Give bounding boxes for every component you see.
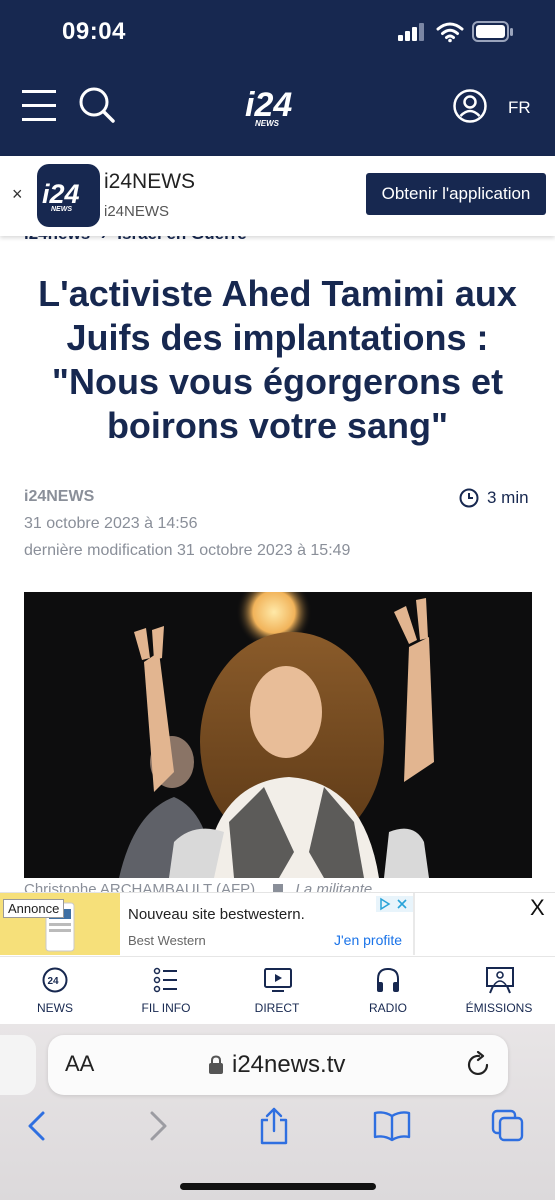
tabs-icon[interactable] (490, 1108, 526, 1144)
site-header: i24 NEWS FR (0, 64, 555, 156)
browser-toolbar: AA i24news.tv (0, 1024, 555, 1200)
forward-icon[interactable] (145, 1110, 171, 1142)
address-bar[interactable]: AA i24news.tv (48, 1035, 508, 1095)
url-text[interactable]: i24news.tv (232, 1051, 345, 1079)
title-line: boirons votre sang" (106, 405, 449, 446)
reload-icon[interactable] (466, 1051, 492, 1079)
i24news-logo: i24 NEWS (245, 86, 292, 128)
app-install-banner: × i24 NEWS i24NEWS i24NEWS Obtenir l'app… (0, 156, 555, 236)
ad-close-button[interactable]: X (530, 895, 545, 921)
svg-text:i24: i24 (42, 179, 80, 209)
signal-icon (398, 23, 424, 41)
text-size-label: AA (65, 1051, 95, 1076)
title-line: "Nous vous égorgerons et (51, 361, 504, 402)
nav-label: NEWS (37, 1001, 73, 1015)
user-icon[interactable] (452, 88, 488, 124)
activist-photo (24, 592, 532, 878)
nav-item-direct[interactable]: DIRECT (227, 957, 327, 1025)
nav-item-fil-info[interactable]: FIL INFO (116, 957, 216, 1025)
reading-time: 3 min (487, 488, 529, 507)
bookmarks-icon[interactable] (372, 1110, 412, 1142)
list-icon (153, 967, 177, 993)
ad-cta-link[interactable]: J'en profite (334, 932, 402, 948)
language-switch[interactable]: FR (508, 98, 531, 118)
publish-date: 31 octobre 2023 à 14:56 (24, 515, 198, 532)
search-icon[interactable] (78, 86, 116, 124)
article-source[interactable]: i24NEWS (24, 488, 94, 506)
text-size-button[interactable]: AA (65, 1051, 94, 1077)
nav-label: DIRECT (254, 1001, 300, 1015)
ad-label: Annonce (3, 899, 65, 918)
wifi-icon (436, 22, 464, 43)
adchoices-icon[interactable] (376, 896, 414, 912)
tv-play-icon (264, 968, 292, 992)
app-name: i24NEWS (104, 170, 196, 193)
svg-text:NEWS: NEWS (255, 119, 280, 128)
title-line: L'activiste Ahed Tamimi aux (38, 273, 517, 314)
home-indicator (180, 1183, 376, 1190)
app-publisher: i24NEWS (104, 203, 170, 220)
clock-icon (459, 488, 479, 508)
article-hero-image[interactable] (24, 592, 532, 878)
menu-icon[interactable] (22, 88, 58, 124)
nav-label: RADIO (368, 1001, 407, 1015)
status-bar: 09:04 (0, 0, 555, 64)
ad-divider (413, 893, 415, 955)
bottom-navigation: 24 NEWS FIL INFO DIRECT RADIO ÉMISSIONS (0, 956, 555, 1024)
nav-label: ÉMISSIONS (465, 1001, 533, 1015)
svg-text:24: 24 (48, 976, 60, 987)
lock-icon (209, 1055, 223, 1074)
previous-tab-preview[interactable] (0, 1035, 36, 1095)
i24news-app-icon: i24 NEWS (42, 179, 80, 213)
svg-text:NEWS: NEWS (51, 206, 72, 213)
share-icon[interactable] (257, 1106, 291, 1146)
article-title: L'activiste Ahed Tamimi aux Juifs des im… (20, 272, 535, 448)
nav-item-emissions[interactable]: ÉMISSIONS (449, 957, 549, 1025)
status-time: 09:04 (62, 18, 126, 45)
clock-24-icon: 24 (42, 967, 68, 993)
title-line: Juifs des implantations : (66, 317, 489, 358)
get-app-button[interactable]: Obtenir l'application (366, 173, 546, 215)
app-icon: i24 NEWS (37, 164, 100, 227)
site-logo[interactable]: i24 NEWS (243, 84, 315, 128)
easel-icon (486, 967, 514, 994)
nav-item-news[interactable]: 24 NEWS (5, 957, 105, 1025)
ad-title[interactable]: Nouveau site bestwestern. (128, 906, 305, 923)
headphones-icon (377, 967, 399, 992)
ad-advertiser: Best Western (128, 933, 206, 948)
nav-label: FIL INFO (141, 1001, 191, 1015)
battery-icon (472, 21, 513, 42)
banner-close-button[interactable]: × (12, 184, 23, 205)
modified-date: dernière modification 31 octobre 2023 à … (24, 542, 351, 559)
ad-banner[interactable]: Annonce Nouveau site bestwestern. Best W… (0, 892, 555, 956)
nav-item-radio[interactable]: RADIO (338, 957, 438, 1025)
back-icon[interactable] (24, 1110, 50, 1142)
